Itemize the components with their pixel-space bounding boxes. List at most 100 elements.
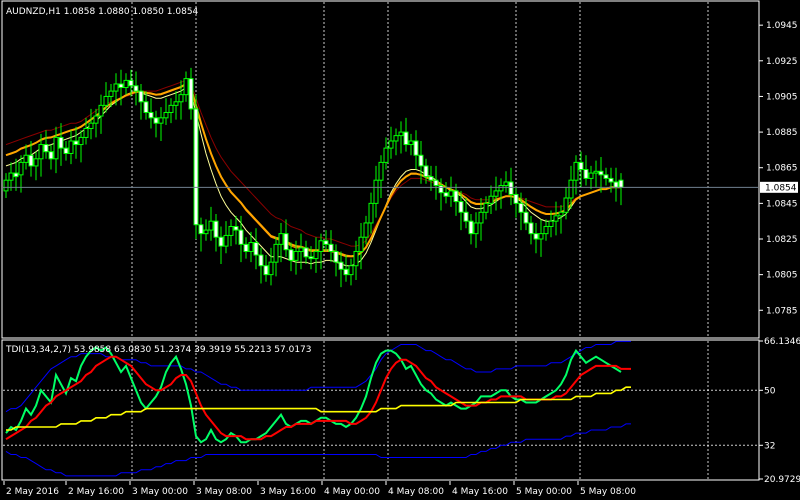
candle-body — [323, 240, 329, 245]
price-tick-label: 1.0925 — [766, 57, 798, 67]
candle-body — [243, 243, 249, 252]
candle-body — [328, 243, 334, 252]
candle-body — [28, 154, 34, 167]
candle-body — [123, 79, 129, 89]
candle-body — [498, 185, 504, 192]
candle-body — [98, 104, 104, 117]
candle-body — [518, 202, 524, 213]
candle-body — [503, 181, 509, 187]
candle-body — [238, 229, 244, 245]
price-tick-label: 1.0865 — [766, 164, 798, 174]
tdi-rsi-price-line — [5, 346, 622, 444]
candle-body — [268, 261, 274, 276]
candle-body — [353, 250, 359, 267]
candle-body — [213, 220, 219, 238]
candle-body — [58, 136, 64, 149]
price-tick-label: 1.0805 — [766, 271, 798, 281]
candle-body — [438, 185, 444, 194]
candle-body — [613, 181, 619, 188]
indicator-tick-label: 50 — [764, 386, 776, 396]
candle-body — [393, 135, 399, 142]
candle-body — [108, 90, 114, 97]
candle-body — [278, 233, 284, 245]
candle-body — [333, 250, 339, 263]
time-axis: 2 May 2016 2 May 16:00 3 May 00:00 3 May 08… — [3, 481, 636, 497]
candle-body — [338, 261, 344, 270]
candle-body — [78, 136, 84, 146]
candle-body — [293, 250, 299, 261]
candle-body — [258, 254, 264, 267]
candle-body — [203, 229, 209, 235]
price-tick-label: 1.0945 — [766, 21, 798, 31]
candle-body — [473, 222, 479, 235]
candle-body — [568, 179, 574, 199]
candle-body — [403, 131, 409, 146]
price-tick-label: 1.0785 — [766, 306, 798, 316]
candle-body — [53, 136, 59, 160]
chart-canvas: AUDNZD,H1 1.0858 1.0880 1.0850 1.0854 1.… — [1, 0, 800, 497]
candle-body — [478, 211, 484, 224]
candle-body — [458, 201, 464, 213]
candle-body — [93, 115, 99, 124]
candle-body — [523, 211, 529, 224]
candle-body — [148, 111, 154, 119]
time-tick-label: 3 May 00:00 — [132, 487, 188, 497]
candle-body — [538, 233, 544, 240]
current-price-tag-text: 1.0854 — [765, 183, 797, 193]
candle-body — [558, 211, 564, 217]
candle-body — [223, 234, 229, 247]
candle-body — [593, 170, 599, 174]
candle-body — [373, 179, 379, 204]
price-tick-label: 1.0885 — [766, 128, 798, 138]
candle-body — [423, 165, 429, 178]
candle-body — [193, 108, 199, 226]
candle-body — [433, 179, 439, 187]
candle-body — [448, 190, 454, 197]
candle-body — [483, 202, 489, 213]
candle-body — [248, 242, 254, 252]
candle-body — [453, 190, 459, 203]
candle-body — [133, 85, 139, 92]
time-tick-label: 5 May 08:00 — [580, 487, 636, 497]
candle-body — [103, 95, 109, 106]
candle-body — [388, 140, 394, 149]
candle-body — [48, 151, 54, 160]
candle-body — [143, 101, 149, 113]
price-tick-label: 1.0825 — [766, 235, 798, 245]
candle-body — [598, 170, 604, 176]
candle-body — [13, 172, 19, 178]
candle-body — [303, 247, 309, 258]
tdi-lines — [5, 340, 631, 477]
candle-body — [563, 197, 569, 213]
candle-body — [218, 236, 224, 247]
candle-body — [198, 224, 204, 235]
time-tick-label: 3 May 08:00 — [196, 487, 252, 497]
candle-body — [603, 174, 609, 179]
candle-body — [463, 211, 469, 222]
candle-body — [508, 181, 514, 195]
candle-body — [528, 222, 534, 235]
candle-body — [298, 247, 304, 252]
candle-body — [73, 140, 79, 146]
candle-body — [588, 172, 594, 179]
candle-body — [163, 111, 169, 119]
candle-body — [68, 140, 74, 154]
candle-body — [468, 220, 474, 235]
candle-body — [428, 176, 434, 181]
candle-body — [128, 79, 134, 87]
candle-body — [493, 190, 499, 197]
time-tick-label: 5 May 00:00 — [516, 487, 572, 497]
candle-body — [253, 242, 259, 256]
candle-body — [553, 215, 559, 222]
indicator-tick-label: 66.1346 — [764, 337, 800, 347]
candle-body — [18, 161, 24, 176]
tdi-base-line — [6, 386, 631, 431]
candle-body — [443, 192, 449, 197]
candle-body — [3, 179, 9, 192]
tdi-signal-line — [5, 355, 631, 441]
candle-body — [88, 122, 94, 130]
indicator-axis: 66.1346 50 32 20.9729 — [759, 337, 800, 485]
candle-body — [173, 101, 179, 106]
main-panel: AUDNZD,H1 1.0858 1.0880 1.0850 1.0854 1.… — [1, 0, 798, 339]
candle-body — [178, 94, 184, 103]
